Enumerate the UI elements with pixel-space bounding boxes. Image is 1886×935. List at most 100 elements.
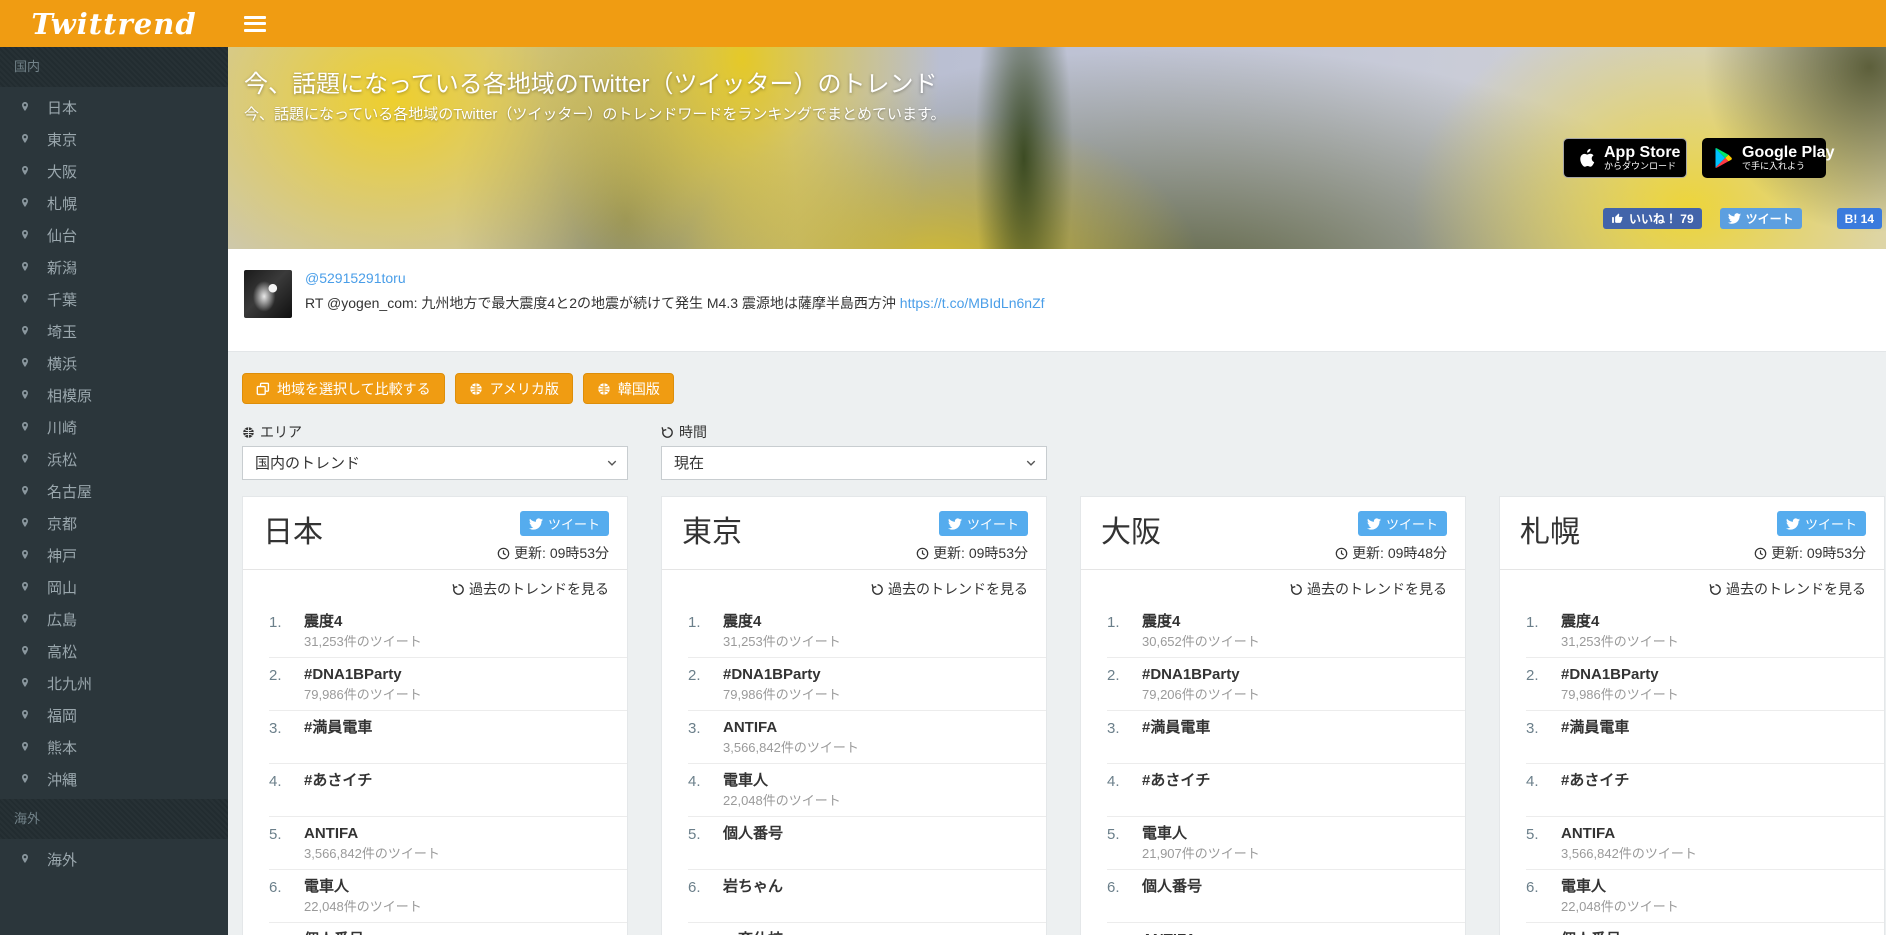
trend-name-link[interactable]: #DNA1BParty: [1561, 666, 1679, 684]
trend-name-link[interactable]: 震度4: [304, 613, 422, 631]
main-content: 今、話題になっている各地域のTwitter（ツイッター）のトレンド 今、話題にな…: [228, 47, 1886, 935]
sidebar-item[interactable]: 沖縄: [0, 763, 228, 795]
facebook-like-button[interactable]: いいね！ 79: [1603, 208, 1702, 229]
history-icon: [871, 583, 884, 596]
sidebar-item[interactable]: 福岡: [0, 699, 228, 731]
trend-name-link[interactable]: #満員電車: [1142, 719, 1210, 737]
trend-name-link[interactable]: #あさイチ: [1142, 772, 1210, 790]
sidebar-item[interactable]: 東京: [0, 123, 228, 155]
map-pin-icon: [19, 675, 31, 691]
tweet-share-button[interactable]: ツイート: [1720, 208, 1802, 229]
trend-name-link[interactable]: 岩ちゃん: [723, 878, 783, 896]
sidebar-item-label: 熊本: [47, 737, 77, 758]
past-trends-link[interactable]: 過去のトレンドを見る: [1081, 570, 1465, 605]
sidebar-item[interactable]: 名古屋: [0, 475, 228, 507]
area-select[interactable]: 国内のトレンド: [242, 446, 628, 480]
history-icon: [452, 583, 465, 596]
compare-regions-button[interactable]: 地域を選択して比較する: [242, 373, 445, 404]
korea-version-button[interactable]: 韓国版: [583, 373, 674, 404]
sidebar-item[interactable]: 熊本: [0, 731, 228, 763]
trend-name-link[interactable]: 震度4: [723, 613, 841, 631]
sidebar-item[interactable]: 京都: [0, 507, 228, 539]
time-select[interactable]: 現在: [661, 446, 1047, 480]
app-store-badge[interactable]: App Store からダウンロード: [1563, 138, 1687, 178]
card-tweet-button[interactable]: ツイート: [520, 511, 609, 536]
trend-name-link[interactable]: 震度4: [1142, 613, 1260, 631]
trend-rank: 6.: [1526, 878, 1561, 915]
trend-name-link[interactable]: 電車人: [723, 772, 841, 790]
map-pin-icon: [19, 643, 31, 659]
trend-name-link[interactable]: ANTIFA: [1142, 931, 1278, 935]
trend-name-link[interactable]: #満員電車: [1561, 719, 1629, 737]
tweet-username-link[interactable]: @52915291toru: [305, 270, 406, 286]
trend-name-link[interactable]: 電車人: [1142, 825, 1260, 843]
trend-row: 7. ANTIFA 3,546,350件のツイート: [1107, 922, 1465, 935]
trend-name-link[interactable]: 個人番号: [304, 931, 364, 935]
hamburger-menu-icon[interactable]: [244, 16, 266, 32]
map-pin-icon: [19, 195, 31, 211]
trend-tweet-count: 21,907件のツイート: [1142, 845, 1260, 862]
history-icon: [661, 426, 674, 439]
trend-name-link[interactable]: ANTIFA: [1561, 825, 1697, 843]
sidebar-item-label: 海外: [47, 849, 77, 870]
sidebar-item[interactable]: 北九州: [0, 667, 228, 699]
sidebar-item[interactable]: 大阪: [0, 155, 228, 187]
past-trends-link[interactable]: 過去のトレンドを見る: [243, 570, 627, 605]
trend-name-link[interactable]: 個人番号: [723, 825, 783, 843]
trend-row: 1. 震度4 31,253件のツイート: [269, 605, 627, 657]
sidebar-item[interactable]: 仙台: [0, 219, 228, 251]
sidebar-item[interactable]: 岡山: [0, 571, 228, 603]
trend-name-link[interactable]: #満員電車: [304, 719, 372, 737]
sidebar-item[interactable]: 千葉: [0, 283, 228, 315]
google-play-badge[interactable]: Google Play で手に入れよう: [1702, 138, 1826, 178]
trend-name-link[interactable]: 個人番号: [1561, 931, 1621, 935]
sidebar-item[interactable]: 日本: [0, 91, 228, 123]
sidebar-item[interactable]: 神戸: [0, 539, 228, 571]
sidebar-item[interactable]: 札幌: [0, 187, 228, 219]
card-updated-time: 更新: 09時48分: [1335, 543, 1447, 563]
trend-name-link[interactable]: 震度4: [1561, 613, 1679, 631]
hatena-bookmark-button[interactable]: B! 14: [1837, 208, 1882, 229]
card-tweet-button[interactable]: ツイート: [1777, 511, 1866, 536]
trend-name-link[interactable]: #あさイチ: [304, 772, 372, 790]
trend-name-link[interactable]: #DNA1BParty: [1142, 666, 1260, 684]
trend-name-link[interactable]: 一斉休校: [723, 931, 841, 935]
sidebar-item[interactable]: 浜松: [0, 443, 228, 475]
site-logo[interactable]: Twittrend: [0, 7, 228, 41]
card-updated-time: 更新: 09時53分: [1754, 543, 1866, 563]
trend-list: 1. 震度4 31,253件のツイート 2. #DNA1BParty 79,98…: [269, 605, 627, 935]
sidebar-item[interactable]: 高松: [0, 635, 228, 667]
trend-name-link[interactable]: #DNA1BParty: [304, 666, 422, 684]
sidebar-item[interactable]: 川崎: [0, 411, 228, 443]
sidebar-item[interactable]: 相模原: [0, 379, 228, 411]
tweet-avatar: [244, 270, 292, 318]
trend-rank: 3.: [269, 719, 304, 756]
card-tweet-button[interactable]: ツイート: [1358, 511, 1447, 536]
trend-rank: 7.: [1107, 931, 1142, 935]
trend-name-link[interactable]: ANTIFA: [304, 825, 440, 843]
sidebar-item[interactable]: 横浜: [0, 347, 228, 379]
past-trends-link[interactable]: 過去のトレンドを見る: [1500, 570, 1884, 605]
trend-name-link[interactable]: ANTIFA: [723, 719, 859, 737]
usa-version-button[interactable]: アメリカ版: [455, 373, 573, 404]
sidebar-item[interactable]: 広島: [0, 603, 228, 635]
trend-tweet-count: [1142, 898, 1202, 915]
past-trends-link[interactable]: 過去のトレンドを見る: [662, 570, 1046, 605]
trend-name-link[interactable]: 個人番号: [1142, 878, 1202, 896]
trend-tweet-count: [304, 739, 372, 756]
trend-name-link[interactable]: #あさイチ: [1561, 772, 1629, 790]
sidebar-item[interactable]: 海外: [0, 843, 228, 875]
trend-tweet-count: 31,253件のツイート: [723, 633, 841, 650]
map-pin-icon: [19, 739, 31, 755]
trend-name-link[interactable]: #DNA1BParty: [723, 666, 841, 684]
card-tweet-button[interactable]: ツイート: [939, 511, 1028, 536]
trend-name-link[interactable]: 電車人: [304, 878, 422, 896]
compare-regions-label: 地域を選択して比較する: [277, 379, 431, 399]
trend-rank: 1.: [1526, 613, 1561, 650]
trend-name-link[interactable]: 電車人: [1561, 878, 1679, 896]
map-pin-icon: [19, 323, 31, 339]
sidebar-item[interactable]: 新潟: [0, 251, 228, 283]
tweet-url-link[interactable]: https://t.co/MBIdLn6nZf: [900, 295, 1045, 311]
sidebar-overseas-list: 海外: [0, 839, 228, 879]
sidebar-item[interactable]: 埼玉: [0, 315, 228, 347]
